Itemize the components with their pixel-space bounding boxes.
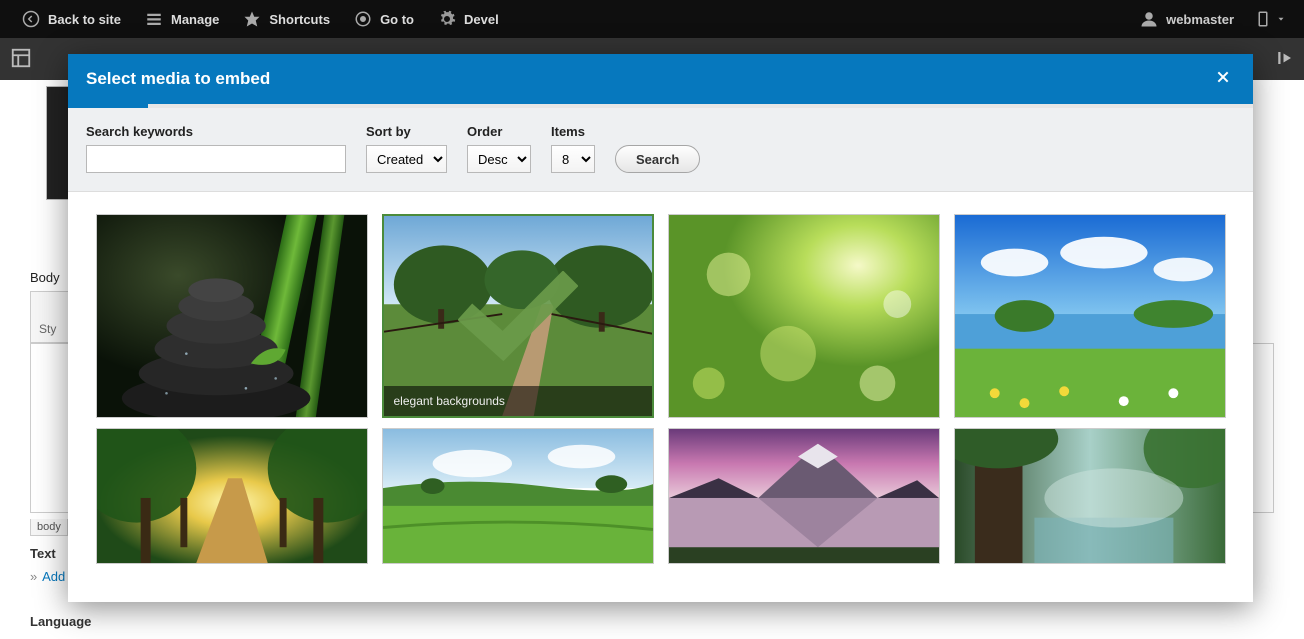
media-item-green-fields[interactable] — [382, 428, 654, 564]
media-item-mountain-lake[interactable] — [668, 428, 940, 564]
modal-header: Select media to embed — [68, 54, 1253, 104]
order-group: Order Desc — [467, 124, 531, 173]
media-item-zen-stones[interactable] — [96, 214, 368, 418]
media-caption: elegant backgrounds — [384, 386, 652, 416]
search-button-group: Search — [615, 145, 700, 173]
thumb-lake-meadow — [955, 215, 1225, 417]
thumb-zen-stones — [97, 215, 367, 417]
media-grid: elegant backgrounds — [68, 214, 1253, 564]
search-button[interactable]: Search — [615, 145, 700, 173]
close-icon[interactable] — [1211, 64, 1235, 95]
media-item-misty-forest[interactable] — [954, 428, 1226, 564]
filter-bar: Search keywords Sort by Created Order De… — [68, 108, 1253, 192]
modal-overlay: Select media to embed Search keywords So… — [0, 0, 1304, 639]
modal-title: Select media to embed — [86, 69, 270, 89]
items-group: Items 8 — [551, 124, 595, 173]
modal-body: Search keywords Sort by Created Order De… — [68, 104, 1253, 602]
search-keywords-group: Search keywords — [86, 124, 346, 173]
sort-by-select[interactable]: Created — [366, 145, 447, 173]
sort-by-group: Sort by Created — [366, 124, 447, 173]
items-label: Items — [551, 124, 595, 139]
sort-by-label: Sort by — [366, 124, 447, 139]
thumb-mountain — [669, 429, 939, 563]
media-embed-modal: Select media to embed Search keywords So… — [68, 54, 1253, 602]
search-keywords-label: Search keywords — [86, 124, 346, 139]
thumb-misty — [955, 429, 1225, 563]
media-grid-wrap: elegant backgrounds — [68, 192, 1253, 586]
order-label: Order — [467, 124, 531, 139]
thumb-fields — [383, 429, 653, 563]
thumb-avenue — [97, 429, 367, 563]
media-item-lake-meadow[interactable] — [954, 214, 1226, 418]
search-input[interactable] — [86, 145, 346, 173]
media-item-sunlit-avenue[interactable] — [96, 428, 368, 564]
thumb-green-bokeh — [669, 215, 939, 417]
items-select[interactable]: 8 — [551, 145, 595, 173]
order-select[interactable]: Desc — [467, 145, 531, 173]
media-item-green-bokeh[interactable] — [668, 214, 940, 418]
media-item-elegant-backgrounds[interactable]: elegant backgrounds — [382, 214, 654, 418]
